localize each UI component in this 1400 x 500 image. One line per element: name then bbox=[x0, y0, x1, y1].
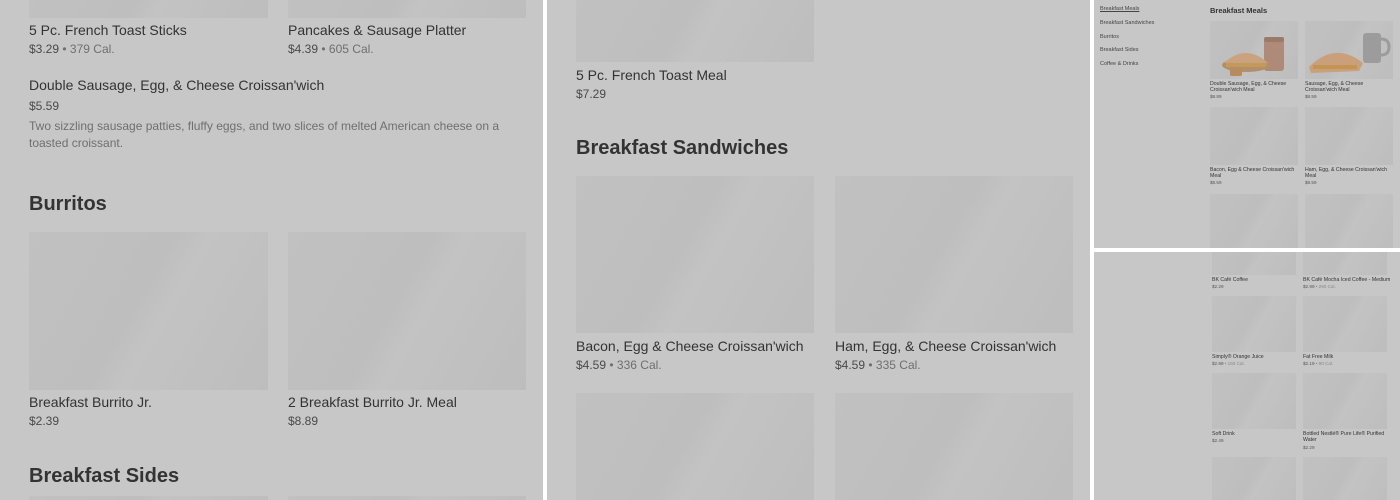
item-name[interactable]: BK Café Coffee bbox=[1212, 277, 1296, 283]
item-price: $4.59 • 336 Cal. bbox=[576, 358, 662, 372]
nav-item-breakfast-sides[interactable]: Breakfast Sides bbox=[1100, 47, 1139, 53]
food-image[interactable] bbox=[1305, 21, 1393, 79]
nav-item-burritos[interactable]: Burritos bbox=[1100, 34, 1119, 40]
food-image-placeholder[interactable] bbox=[1212, 373, 1296, 429]
featured-item-price: $5.59 bbox=[29, 99, 60, 113]
item-price: $8.59 bbox=[1210, 180, 1222, 185]
item-name[interactable]: Fat Free Milk bbox=[1303, 354, 1387, 360]
food-image-placeholder[interactable] bbox=[1212, 457, 1296, 500]
featured-item-description: Two sizzling sausage patties, fluffy egg… bbox=[29, 119, 500, 150]
item-price: $2.19 • 90 Cal. bbox=[1303, 361, 1334, 366]
menu-panel-overview: Breakfast Meals Breakfast Sandwiches Bur… bbox=[1094, 0, 1400, 248]
food-image-placeholder[interactable] bbox=[1303, 252, 1387, 275]
item-price: $8.89 bbox=[288, 414, 319, 428]
food-image-placeholder[interactable] bbox=[576, 393, 814, 500]
food-image-placeholder[interactable] bbox=[29, 232, 268, 390]
item-price: $2.29 bbox=[1212, 284, 1224, 289]
item-name[interactable]: Sausage, Egg, & Cheese Croissan'wich Mea… bbox=[1305, 81, 1393, 93]
item-price: $8.89 bbox=[1210, 94, 1222, 99]
coffee-sandwich-icon bbox=[1309, 33, 1391, 73]
food-image-placeholder[interactable] bbox=[1210, 194, 1298, 248]
nav-item-breakfast-meals[interactable]: Breakfast Meals bbox=[1100, 6, 1139, 12]
food-image-placeholder[interactable] bbox=[576, 176, 814, 333]
item-name[interactable]: 5 Pc. French Toast Sticks bbox=[29, 22, 187, 38]
item-price: $2.99 • 150 Cal. bbox=[1212, 361, 1245, 366]
food-image-placeholder[interactable] bbox=[1305, 194, 1393, 248]
section-heading-breakfast-sides: Breakfast Sides bbox=[29, 465, 180, 487]
item-name[interactable]: Breakfast Burrito Jr. bbox=[29, 394, 152, 410]
item-price: $8.59 bbox=[1305, 94, 1317, 99]
food-image-placeholder[interactable] bbox=[1303, 457, 1387, 500]
food-image-placeholder[interactable] bbox=[1212, 252, 1296, 275]
item-name[interactable]: Bacon, Egg & Cheese Croissan'wich bbox=[576, 338, 804, 354]
food-image-placeholder[interactable] bbox=[1305, 107, 1393, 165]
item-name[interactable]: Double Sausage, Egg, & Cheese Croissan'w… bbox=[1210, 81, 1298, 93]
food-image-placeholder[interactable] bbox=[1210, 107, 1298, 165]
item-price: $7.29 bbox=[576, 87, 607, 101]
item-name[interactable]: 2 Breakfast Burrito Jr. Meal bbox=[288, 394, 457, 410]
menu-panel-breakfast-items: 5 Pc. French Toast Sticks $3.29 • 379 Ca… bbox=[0, 0, 543, 500]
item-name[interactable]: Bottled Nestlé® Pure Life® Purified Wate… bbox=[1303, 431, 1393, 443]
item-name[interactable]: Pancakes & Sausage Platter bbox=[288, 22, 466, 38]
food-image-placeholder[interactable] bbox=[288, 496, 526, 500]
food-image-placeholder[interactable] bbox=[1303, 373, 1387, 429]
item-name[interactable]: Bacon, Egg & Cheese Croissan'wich Meal bbox=[1210, 167, 1298, 179]
food-image-placeholder[interactable] bbox=[1303, 296, 1387, 352]
item-price: $2.99 • 290 Cal. bbox=[1303, 284, 1336, 289]
food-image[interactable] bbox=[1210, 21, 1298, 79]
food-image-placeholder[interactable] bbox=[1212, 296, 1296, 352]
item-price: $2.39 bbox=[29, 414, 60, 428]
food-image-placeholder[interactable] bbox=[835, 176, 1073, 333]
section-heading-breakfast-meals: Breakfast Meals bbox=[1210, 6, 1268, 15]
item-name[interactable]: Ham, Egg, & Cheese Croissan'wich Meal bbox=[1305, 167, 1393, 179]
featured-item-name[interactable]: Double Sausage, Egg, & Cheese Croissan'w… bbox=[29, 77, 324, 93]
food-image-placeholder[interactable] bbox=[288, 232, 526, 390]
food-image-placeholder[interactable] bbox=[288, 0, 526, 18]
food-image-placeholder[interactable] bbox=[29, 0, 268, 18]
food-image-placeholder[interactable] bbox=[835, 393, 1073, 500]
nav-item-coffee-drinks[interactable]: Coffee & Drinks bbox=[1100, 61, 1138, 67]
item-price: $2.49 bbox=[1212, 438, 1224, 443]
item-name[interactable]: Ham, Egg, & Cheese Croissan'wich bbox=[835, 338, 1056, 354]
item-price: $4.59 • 335 Cal. bbox=[835, 358, 921, 372]
menu-panel-coffee-drinks: BK Café Coffee $2.29 BK Café Mocha Iced … bbox=[1094, 252, 1400, 500]
item-name[interactable]: 5 Pc. French Toast Meal bbox=[576, 67, 727, 83]
menu-panel-breakfast-sandwiches: 5 Pc. French Toast Meal $7.29 Breakfast … bbox=[547, 0, 1090, 500]
item-price: $4.39 • 605 Cal. bbox=[288, 42, 374, 56]
item-name[interactable]: Simply® Orange Juice bbox=[1212, 354, 1296, 360]
item-price: $8.59 bbox=[1305, 180, 1317, 185]
sandwich-meal-icon bbox=[1222, 37, 1284, 76]
food-image-placeholder[interactable] bbox=[576, 0, 814, 62]
section-heading-burritos: Burritos bbox=[29, 193, 107, 215]
item-name[interactable]: Soft Drink bbox=[1212, 431, 1296, 437]
section-heading-breakfast-sandwiches: Breakfast Sandwiches bbox=[576, 137, 789, 159]
item-price: $3.29 • 379 Cal. bbox=[29, 42, 115, 56]
item-name[interactable]: BK Café Mocha Iced Coffee - Medium bbox=[1303, 277, 1393, 283]
food-image-placeholder[interactable] bbox=[29, 496, 268, 500]
nav-item-breakfast-sandwiches[interactable]: Breakfast Sandwiches bbox=[1100, 20, 1154, 26]
item-price: $2.29 bbox=[1303, 445, 1315, 450]
